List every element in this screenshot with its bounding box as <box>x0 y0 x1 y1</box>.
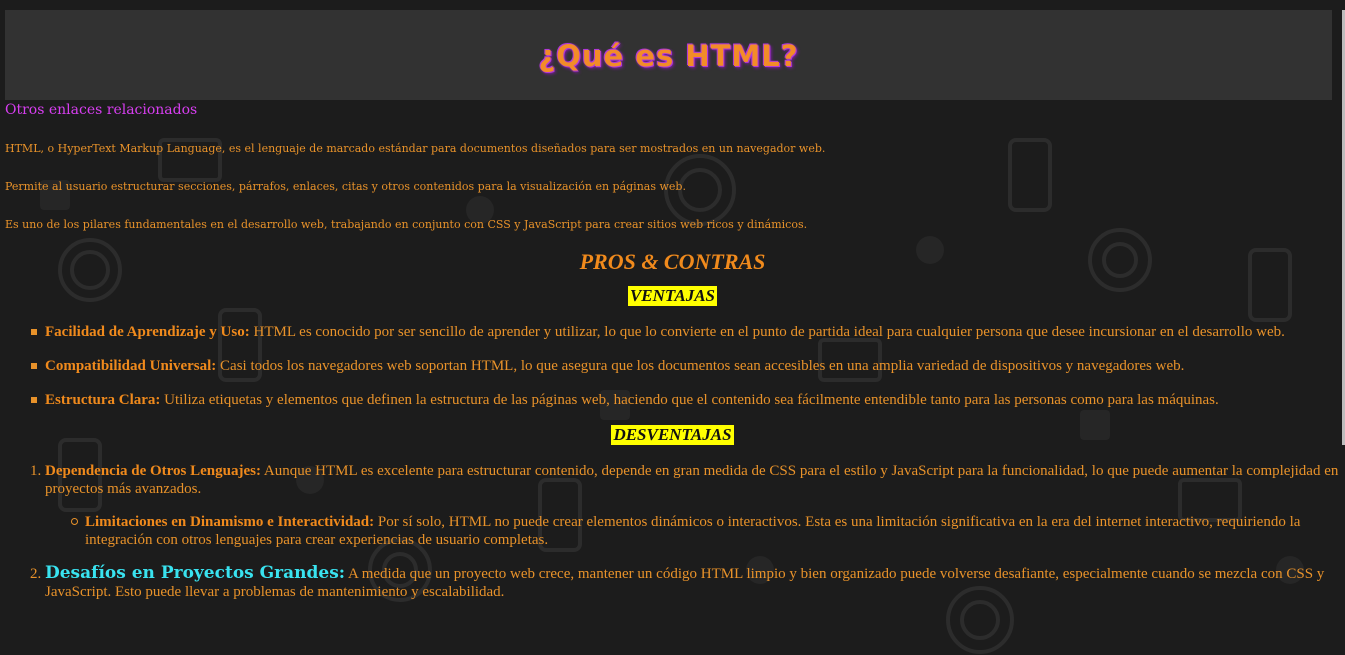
pros-item-lead: Compatibilidad Universal: <box>45 358 217 374</box>
intro-paragraph-3: Es uno de los pilares fundamentales en e… <box>5 218 808 231</box>
cons-heading: DESVENTAJAS <box>611 425 734 445</box>
pros-item-text: Casi todos los navegadores web soportan … <box>216 358 1185 374</box>
related-links-link[interactable]: Otros enlaces relacionados <box>5 102 1340 118</box>
cons-list-item: Dependencia de Otros Lenguajes: Aunque H… <box>45 462 1340 549</box>
pros-item-text: Utiliza etiquetas y elementos que define… <box>160 392 1219 408</box>
pros-list-item: Compatibilidad Universal: Casi todos los… <box>31 357 1340 375</box>
cons-item-lead: Desafíos en Proyectos Grandes: <box>45 563 346 583</box>
page-header: ¿Qué es HTML? <box>5 10 1332 100</box>
intro-paragraph-2: Permite al usuario estructurar secciones… <box>5 180 686 193</box>
pros-list-item: Estructura Clara: Utiliza etiquetas y el… <box>31 391 1340 409</box>
page-content: ¿Qué es HTML? Otros enlaces relacionados… <box>0 10 1345 601</box>
cons-list: Dependencia de Otros Lenguajes: Aunque H… <box>5 462 1340 601</box>
cons-list-item: Desafíos en Proyectos Grandes: A medida … <box>45 564 1340 601</box>
cons-sublist-item: Limitaciones en Dinamismo e Interactivid… <box>71 513 1340 549</box>
cons-subitem-lead: Limitaciones en Dinamismo e Interactivid… <box>85 514 375 530</box>
pros-heading: VENTAJAS <box>627 286 718 306</box>
page-title: ¿Qué es HTML? <box>538 39 799 73</box>
cons-item-lead: Dependencia de Otros Lenguajes: <box>45 463 261 479</box>
pros-item-lead: Facilidad de Aprendizaje y Uso: <box>45 324 250 340</box>
cons-sublist: Limitaciones en Dinamismo e Interactivid… <box>45 513 1340 549</box>
pros-heading-wrap: VENTAJAS <box>5 286 1340 306</box>
pros-item-lead: Estructura Clara: <box>45 392 161 408</box>
pros-cons-heading: PROS & CONTRAS <box>579 249 766 274</box>
pros-list-item: Facilidad de Aprendizaje y Uso: HTML es … <box>31 323 1340 341</box>
pros-list: Facilidad de Aprendizaje y Uso: HTML es … <box>5 323 1340 409</box>
pros-item-text: HTML es conocido por ser sencillo de apr… <box>249 324 1285 340</box>
intro-paragraph-1: HTML, o HyperText Markup Language, es el… <box>5 142 826 155</box>
cons-heading-wrap: DESVENTAJAS <box>5 425 1340 445</box>
